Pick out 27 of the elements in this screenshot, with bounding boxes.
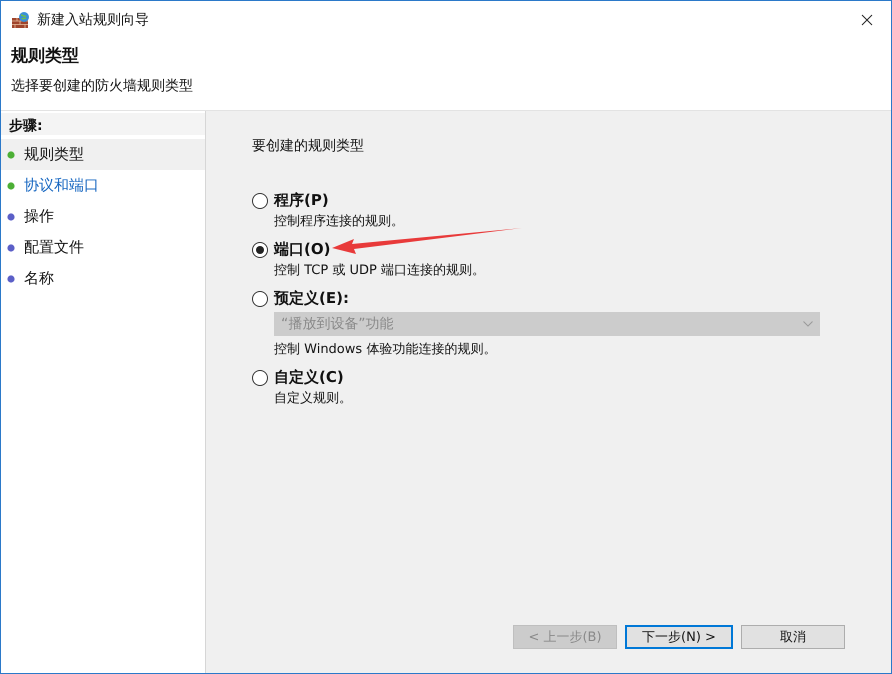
- step-item[interactable]: 规则类型: [1, 139, 205, 170]
- option-label[interactable]: 预定义(E):: [274, 289, 349, 308]
- page-title: 规则类型: [11, 45, 80, 67]
- option-label[interactable]: 程序(P): [274, 191, 329, 210]
- radio-button[interactable]: [252, 370, 268, 386]
- prompt-text: 要创建的规则类型: [252, 137, 365, 155]
- firewall-icon: [11, 10, 31, 28]
- option-label[interactable]: 自定义(C): [274, 368, 344, 387]
- wizard-button[interactable]: 取消: [741, 625, 845, 649]
- step-item[interactable]: 名称: [1, 263, 205, 294]
- option-description: 控制程序连接的规则。: [274, 213, 405, 230]
- radio-button[interactable]: [252, 242, 268, 258]
- step-item[interactable]: 配置文件: [1, 232, 205, 263]
- option-description: 自定义规则。: [274, 390, 353, 407]
- radio-button[interactable]: [252, 192, 268, 208]
- option-label[interactable]: 端口(O): [274, 240, 330, 259]
- step-item[interactable]: 协议和端口: [1, 170, 205, 201]
- page-subtitle: 选择要创建的防火墙规则类型: [11, 77, 194, 95]
- close-icon[interactable]: [861, 14, 873, 26]
- wizard-button[interactable]: 下一步(N) >: [625, 625, 733, 649]
- step-item[interactable]: 操作: [1, 201, 205, 232]
- option-description: 控制 Windows 体验功能连接的规则。: [274, 341, 498, 358]
- radio-button[interactable]: [252, 290, 268, 306]
- window-title: 新建入站规则向导: [37, 10, 149, 28]
- steps-heading: 步骤:: [1, 113, 205, 135]
- option-description: 控制 TCP 或 UDP 端口连接的规则。: [274, 262, 486, 279]
- chevron-down-icon: [803, 321, 813, 327]
